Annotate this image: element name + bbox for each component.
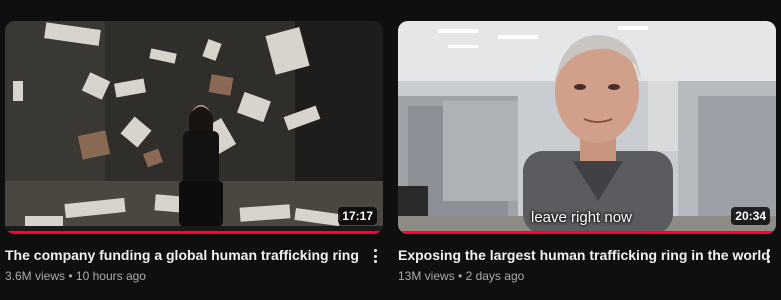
upload-age: 2 days ago	[465, 269, 525, 283]
video-card[interactable]: 17:17 The company funding a global human…	[5, 21, 383, 284]
thumbnail-image	[5, 21, 383, 234]
more-vert-icon[interactable]	[369, 247, 381, 265]
thumbnail-image	[398, 21, 776, 234]
duration-badge: 17:17	[338, 207, 377, 225]
more-vert-icon[interactable]	[762, 247, 774, 265]
meta-separator: •	[68, 269, 73, 283]
view-count: 3.6M views	[5, 269, 66, 283]
video-details: Exposing the largest human trafficking r…	[398, 234, 776, 284]
view-count: 13M views	[398, 269, 455, 283]
meta-separator: •	[458, 269, 463, 283]
upload-age: 10 hours ago	[75, 269, 146, 283]
video-thumbnail[interactable]: leave right now 20:34	[398, 21, 776, 234]
video-metadata: 3.6M views • 10 hours ago	[5, 268, 357, 284]
closed-caption: leave right now	[531, 209, 632, 226]
duration-badge: 20:34	[731, 207, 770, 225]
video-metadata: 13M views • 2 days ago	[398, 268, 750, 284]
video-title[interactable]: The company funding a global human traff…	[5, 246, 359, 264]
video-title[interactable]: Exposing the largest human trafficking r…	[398, 246, 770, 264]
video-thumbnail[interactable]: 17:17	[5, 21, 383, 234]
video-details: The company funding a global human traff…	[5, 234, 383, 284]
video-card[interactable]: leave right now 20:34 Exposing the large…	[398, 21, 776, 284]
